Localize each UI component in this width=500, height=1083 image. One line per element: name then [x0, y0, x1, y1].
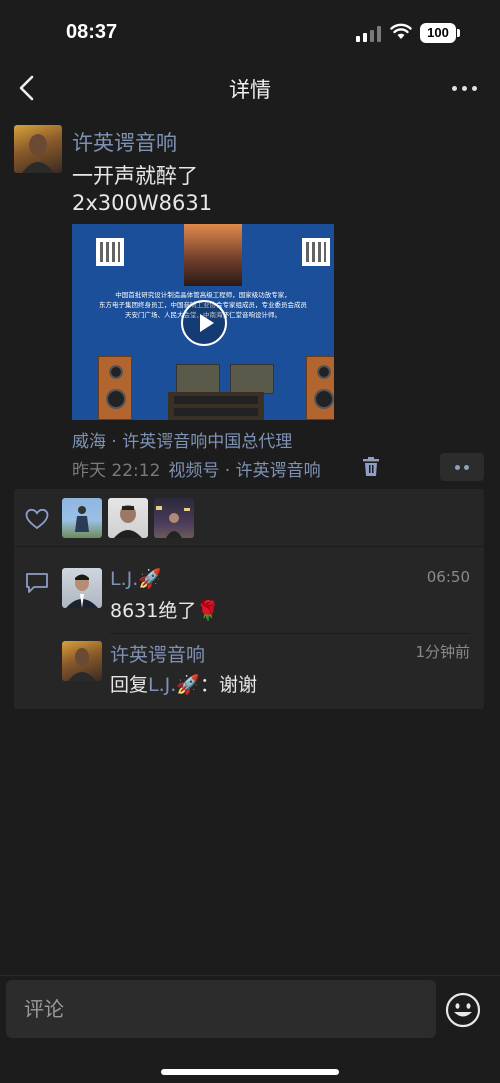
- reply-divider: [110, 633, 470, 634]
- post-text-line: 2x300W8631: [72, 191, 213, 215]
- comment-time: 1分钟前: [415, 643, 470, 661]
- post-time: 昨天 22:12: [72, 461, 161, 481]
- commenter-avatar[interactable]: [62, 568, 102, 608]
- post-action-button[interactable]: [440, 453, 484, 481]
- comment-input[interactable]: [6, 980, 436, 1038]
- status-time: 08:37: [66, 21, 118, 43]
- interaction-panel: L.J.🚀 06:50 8631绝了🌹 许英谔音响 1分钟前 回复L.J.🚀：谢…: [14, 489, 484, 709]
- reply-separator: ：: [199, 674, 219, 696]
- video-thumbnail[interactable]: 中国首批研究设计制造晶体管高级工程师，国家级功放专家， 东方电子集团终身员工，中…: [72, 224, 334, 420]
- author-avatar[interactable]: [14, 125, 62, 173]
- video-caption-line: 中国首批研究设计制造晶体管高级工程师，国家级功放专家，: [115, 291, 291, 299]
- qr-code-icon: [96, 238, 124, 266]
- reply-text: 谢谢: [218, 674, 257, 696]
- comment-text[interactable]: 回复L.J.🚀：谢谢: [110, 670, 257, 697]
- comment-author[interactable]: 许英谔音响: [110, 640, 205, 667]
- comment-text[interactable]: 8631绝了🌹: [110, 596, 220, 623]
- comment-author[interactable]: L.J.🚀: [110, 567, 162, 590]
- comment-bar: [0, 975, 500, 1083]
- reply-prefix: 回复: [110, 674, 149, 696]
- emoji-smile-icon[interactable]: [445, 992, 481, 1028]
- reply-target[interactable]: L.J.🚀: [148, 674, 200, 696]
- commenter-avatar[interactable]: [62, 641, 102, 681]
- post-meta: 昨天 22:12 视频号 · 许英谔音响: [72, 456, 321, 481]
- liker-avatar[interactable]: [62, 498, 102, 538]
- battery-icon: 100: [420, 23, 460, 43]
- post-text-line: 一开声就醉了: [72, 164, 198, 188]
- trash-icon[interactable]: [362, 457, 380, 477]
- post-location[interactable]: 威海 · 许英谔音响中国总代理: [72, 427, 292, 452]
- play-button[interactable]: [181, 300, 227, 346]
- likes-row: [14, 489, 484, 547]
- more-dots-icon[interactable]: [450, 78, 480, 98]
- comment-time: 06:50: [426, 568, 470, 586]
- video-portrait: [184, 224, 242, 286]
- page-title: 详情: [229, 78, 271, 102]
- liker-avatar[interactable]: [108, 498, 148, 538]
- heart-icon: [25, 508, 49, 530]
- home-indicator: [161, 1069, 339, 1075]
- post-source[interactable]: 视频号 · 许英谔音响: [168, 461, 320, 481]
- nav-bar: 详情: [0, 62, 500, 114]
- liker-avatar[interactable]: [154, 498, 194, 538]
- cellular-signal-icon: [356, 26, 381, 42]
- comment-icon: [26, 573, 48, 593]
- wifi-icon: [390, 23, 412, 39]
- status-bar: 08:37 100: [0, 0, 500, 62]
- author-name[interactable]: 许英谔音响: [72, 127, 177, 157]
- qr-code-icon: [302, 238, 330, 266]
